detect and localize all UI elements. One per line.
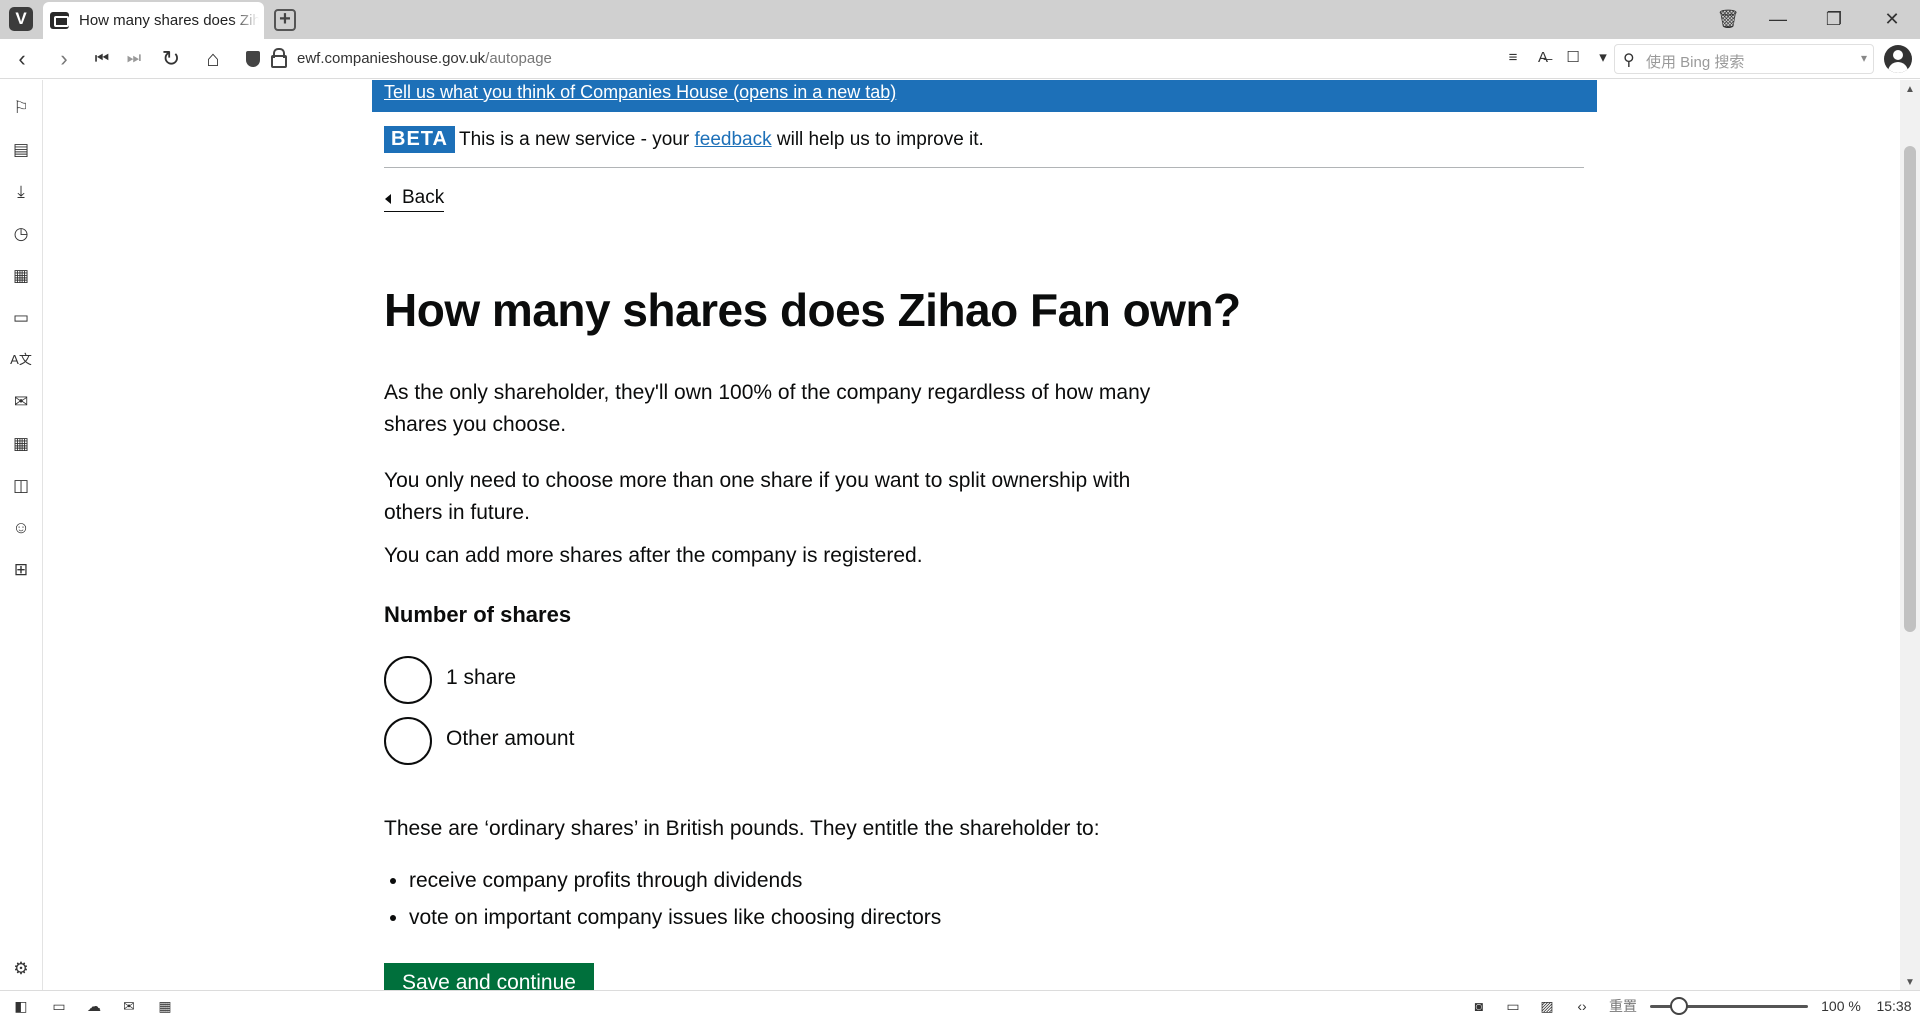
hint-paragraph-2: You only need to choose more than one sh… — [384, 469, 1131, 524]
list-item: receive company profits through dividend… — [409, 862, 941, 899]
radio-option-other-amount[interactable]: Other amount — [384, 717, 784, 765]
page-viewport: Tell us what you think of Companies Hous… — [44, 80, 1900, 990]
search-engine-dropdown-icon[interactable]: ▾ — [1861, 51, 1867, 65]
beta-text-after: will help us to improve it. — [771, 129, 984, 150]
vivaldi-menu-icon[interactable]: V — [9, 7, 33, 31]
shares-note: These are ‘ordinary shares’ in British p… — [384, 817, 1100, 840]
status-bar: ◧ ▭ ☁ ✉ ▦ ◙ ▭ ▨ ‹› 重置 100 % 15:38 — [0, 990, 1920, 1020]
beta-feedback-link[interactable]: feedback — [694, 129, 771, 150]
fast-forward-icon[interactable]: ⏭ — [120, 46, 148, 72]
rights-list: receive company profits through dividend… — [409, 862, 941, 936]
page-scrollbar[interactable]: ▲ ▼ — [1900, 80, 1920, 990]
search-icon: ⚲ — [1623, 52, 1635, 69]
side-panel: ⚐ ▤ ⤓ ◷ ▦ ▭ A文 ✉ ▦ ◫ ☺ ⊞ ⚙ — [0, 80, 43, 990]
url-path: /autopage — [485, 50, 552, 67]
zoom-level: 100 % — [1821, 998, 1861, 1014]
radio-label[interactable]: 1 share — [446, 666, 516, 690]
capture-camera-icon[interactable]: ◙ — [1468, 997, 1490, 1015]
close-window-icon[interactable]: ✕ — [1872, 6, 1912, 32]
reading-list-icon[interactable]: ▤ — [10, 139, 32, 161]
settings-gear-icon[interactable]: ⚙ — [10, 958, 32, 980]
bookmarks-panel-icon[interactable]: ⚐ — [10, 97, 32, 119]
url-tools: ≡ A̶ ☐ ▾ — [1498, 48, 1618, 66]
active-tab[interactable]: How many shares does Zihao Fan own? — [43, 2, 264, 39]
radio-label[interactable]: Other amount — [446, 727, 574, 751]
translate-icon[interactable]: A̶ — [1528, 49, 1558, 66]
reader-view-icon[interactable]: ≡ — [1498, 49, 1528, 66]
url-domain: ewf.companieshouse.gov.uk — [297, 50, 486, 67]
zoom-slider-handle[interactable] — [1670, 997, 1688, 1015]
zoom-reset-label[interactable]: 重置 — [1606, 997, 1640, 1015]
back-icon[interactable]: ‹ — [8, 46, 36, 72]
search-field[interactable]: ⚲ 使用 Bing 搜索 ▾ — [1614, 44, 1874, 74]
scroll-up-icon[interactable]: ▲ — [1905, 84, 1915, 95]
tab-tiling-icon[interactable]: ▭ — [48, 997, 70, 1015]
window-panel-icon[interactable]: ▭ — [10, 307, 32, 329]
phase-banner: BETA This is a new service - your feedba… — [384, 126, 1584, 168]
profile-avatar-icon[interactable] — [1884, 45, 1912, 73]
rewind-icon[interactable]: ⏮ — [88, 46, 116, 72]
tab-bar: V How many shares does Zihao Fan own? + … — [0, 0, 1920, 39]
beta-text-before: This is a new service - your — [459, 129, 695, 150]
mail-status-icon[interactable]: ✉ — [118, 997, 140, 1015]
notes-icon[interactable]: ▦ — [10, 265, 32, 287]
history-icon[interactable]: ◷ — [10, 223, 32, 245]
address-bar: ‹ › ⏮ ⏭ ↻ ⌂ ewf.companieshouse.gov.uk/au… — [0, 39, 1920, 79]
feedback-banner: Tell us what you think of Companies Hous… — [372, 80, 1597, 112]
beta-text: This is a new service - your feedback wi… — [459, 129, 984, 151]
sync-cloud-icon[interactable]: ☁ — [83, 997, 105, 1015]
downloads-icon[interactable]: ⤓ — [10, 181, 32, 203]
shares-field-label: Number of shares — [384, 602, 572, 627]
search-placeholder: 使用 Bing 搜索 — [1646, 54, 1745, 71]
restore-icon[interactable]: ❐ — [1814, 6, 1854, 32]
tile-window-icon[interactable]: ▭ — [1502, 997, 1524, 1015]
minimize-icon[interactable]: — — [1758, 6, 1798, 32]
home-icon[interactable]: ⌂ — [199, 46, 227, 72]
radio-button[interactable] — [384, 656, 432, 704]
new-tab-icon[interactable]: + — [274, 9, 296, 31]
hint-paragraph-1: As the only shareholder, they'll own 100… — [384, 381, 1151, 436]
panel-toggle-icon[interactable]: ◧ — [10, 997, 32, 1015]
scroll-down-icon[interactable]: ▼ — [1905, 977, 1915, 988]
hint-paragraph-3: You can add more shares after the compan… — [384, 544, 923, 567]
list-item: vote on important company issues like ch… — [409, 899, 941, 936]
url-field[interactable]: ewf.companieshouse.gov.uk/autopage ≡ A̶ ☐ ▾ — [238, 44, 1618, 74]
add-web-panel-icon[interactable]: ⊞ — [10, 559, 32, 581]
translate-panel-icon[interactable]: A文 — [10, 349, 32, 371]
mail-icon[interactable]: ✉ — [10, 391, 32, 413]
tab-title: How many shares does Zihao Fan own? — [79, 12, 259, 29]
beta-tag: BETA — [384, 126, 455, 153]
page-title: How many shares does Zihao Fan own? — [384, 284, 1241, 336]
feeds-icon[interactable]: ◫ — [10, 475, 32, 497]
scroll-thumb[interactable] — [1904, 146, 1916, 632]
radio-option-1-share[interactable]: 1 share — [384, 656, 784, 704]
lock-icon[interactable] — [271, 48, 287, 68]
image-toggle-icon[interactable]: ▨ — [1536, 997, 1558, 1015]
forward-icon[interactable]: › — [50, 46, 78, 72]
url-text[interactable]: ewf.companieshouse.gov.uk/autopage — [297, 50, 552, 67]
back-link[interactable]: Back — [384, 187, 445, 212]
radio-button[interactable] — [384, 717, 432, 765]
page-actions-icon[interactable]: ‹› — [1571, 997, 1593, 1015]
bookmark-icon[interactable]: ☐ — [1558, 48, 1588, 66]
feedback-banner-link[interactable]: Tell us what you think of Companies Hous… — [384, 82, 896, 103]
contacts-icon[interactable]: ☺ — [10, 517, 32, 539]
clock: 15:38 — [1876, 998, 1912, 1014]
companies-house-favicon-icon — [50, 12, 69, 29]
shield-icon[interactable] — [246, 51, 260, 67]
save-and-continue-button[interactable]: Save and continue — [384, 963, 594, 990]
trash-icon[interactable]: 🗑 — [1708, 6, 1748, 32]
calendar-icon[interactable]: ▦ — [10, 433, 32, 455]
calendar-status-icon[interactable]: ▦ — [154, 997, 176, 1015]
reload-icon[interactable]: ↻ — [157, 46, 185, 72]
